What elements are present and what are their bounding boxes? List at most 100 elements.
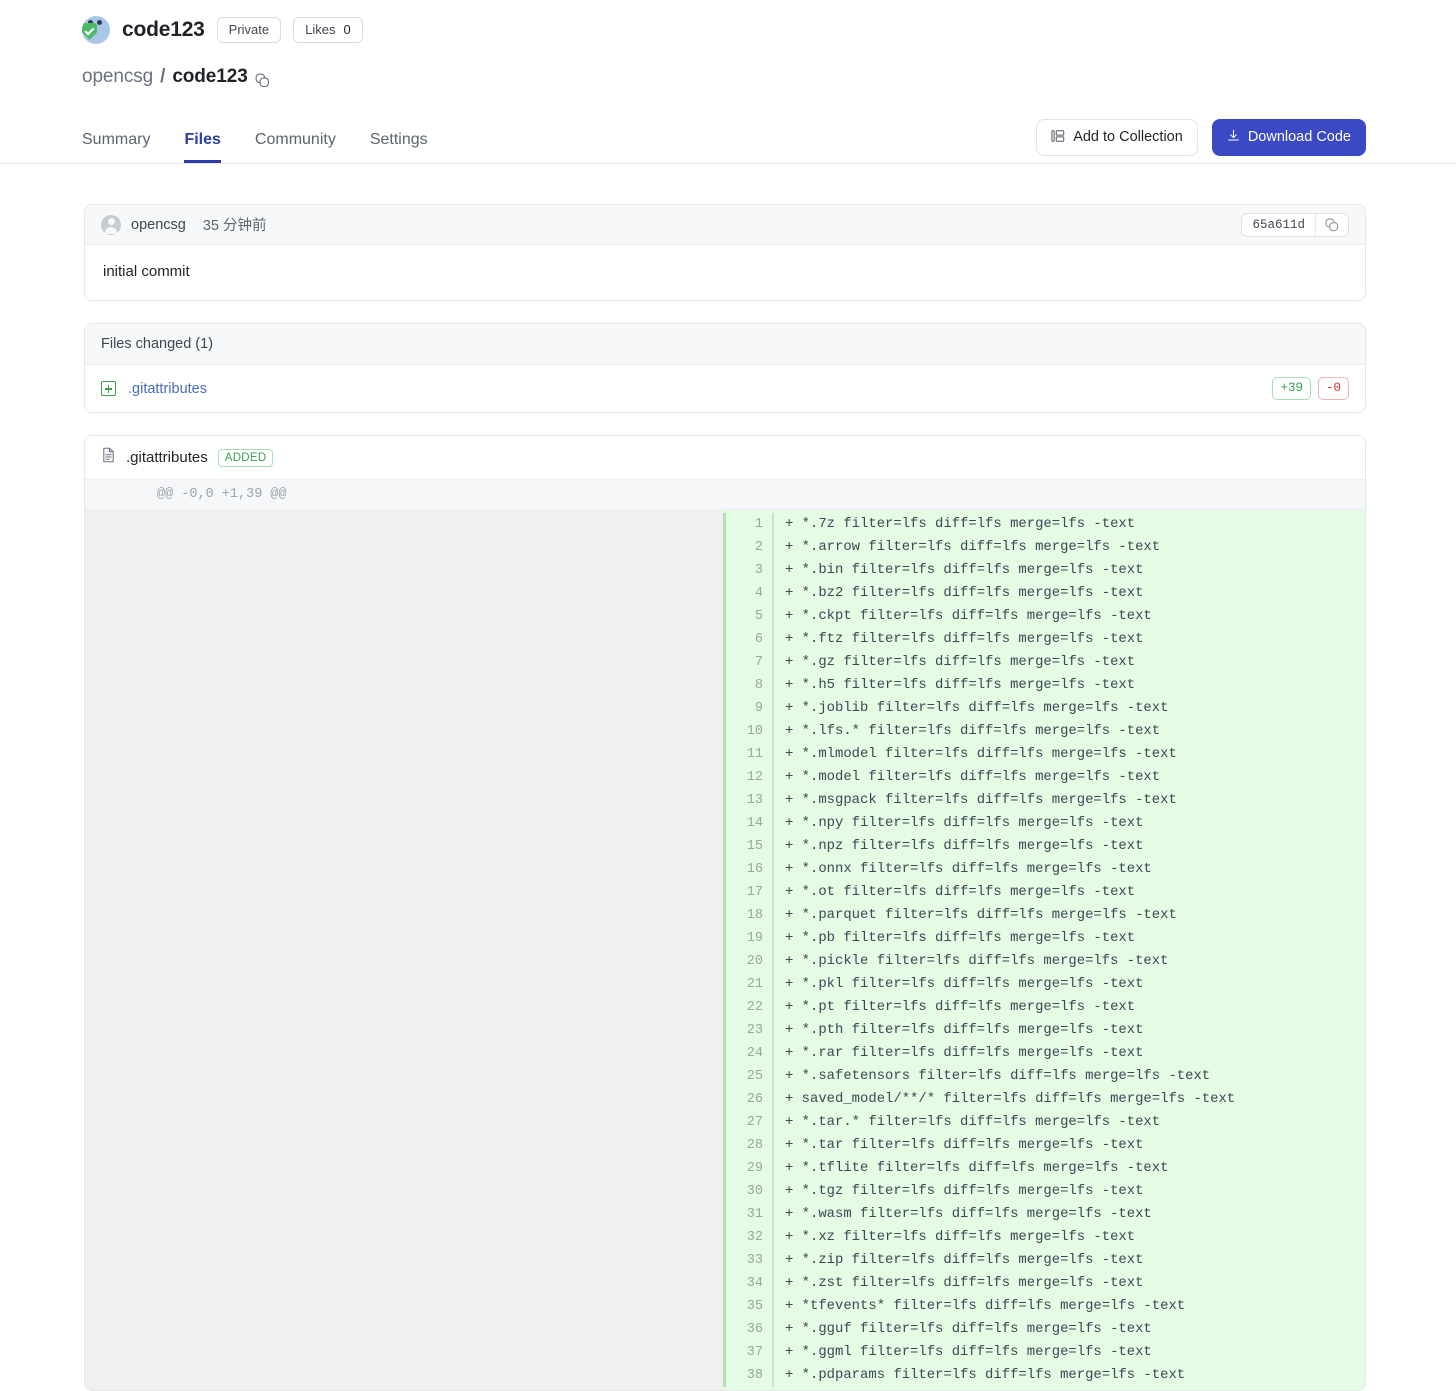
diff-line: 17+ *.ot filter=lfs diff=lfs merge=lfs -… (723, 881, 1365, 904)
add-to-collection-label: Add to Collection (1073, 130, 1183, 145)
tab-actions: Add to Collection Download Code (1036, 119, 1366, 164)
tab-community[interactable]: Community (255, 131, 336, 163)
diff-line-number: 21 (726, 973, 772, 996)
files-changed-title: Files changed (1) (85, 324, 1365, 365)
diff-line-number: 28 (726, 1134, 772, 1157)
diff-line-content: + *.bin filter=lfs diff=lfs merge=lfs -t… (774, 559, 1143, 582)
diff-line-content: + *.arrow filter=lfs diff=lfs merge=lfs … (774, 536, 1160, 559)
diff-line-content: + *.rar filter=lfs diff=lfs merge=lfs -t… (774, 1042, 1143, 1065)
diff-line: 19+ *.pb filter=lfs diff=lfs merge=lfs -… (723, 927, 1365, 950)
diff-line-content: + *.pt filter=lfs diff=lfs merge=lfs -te… (774, 996, 1135, 1019)
diff-line-content: + *.msgpack filter=lfs diff=lfs merge=lf… (774, 789, 1177, 812)
diff-line: 4+ *.bz2 filter=lfs diff=lfs merge=lfs -… (723, 582, 1365, 605)
diff-line-content: + *.ot filter=lfs diff=lfs merge=lfs -te… (774, 881, 1135, 904)
diff-line-number: 15 (726, 835, 772, 858)
diff-line: 25+ *.safetensors filter=lfs diff=lfs me… (723, 1065, 1365, 1088)
diff-line: 3+ *.bin filter=lfs diff=lfs merge=lfs -… (723, 559, 1365, 582)
download-code-button[interactable]: Download Code (1212, 119, 1366, 156)
diff-line: 33+ *.zip filter=lfs diff=lfs merge=lfs … (723, 1249, 1365, 1272)
tab-files[interactable]: Files (184, 131, 220, 163)
diff-line-number: 27 (726, 1111, 772, 1134)
diff-line-number: 16 (726, 858, 772, 881)
diff-filename: .gitattributes (126, 449, 208, 466)
diff-line-number: 29 (726, 1157, 772, 1180)
diff-line-content: + *.tar.* filter=lfs diff=lfs merge=lfs … (774, 1111, 1160, 1134)
diff-old-pane (85, 510, 723, 1390)
diff-line-number: 23 (726, 1019, 772, 1042)
diff-line-number: 25 (726, 1065, 772, 1088)
file-document-icon (101, 447, 116, 468)
avatar-shield-badge (82, 23, 97, 40)
breadcrumb-owner[interactable]: opencsg (82, 66, 153, 88)
diff-line: 7+ *.gz filter=lfs diff=lfs merge=lfs -t… (723, 651, 1365, 674)
diff-line: 31+ *.wasm filter=lfs diff=lfs merge=lfs… (723, 1203, 1365, 1226)
diff-line-number: 26 (726, 1088, 772, 1111)
likes-badge[interactable]: Likes 0 (293, 17, 363, 44)
diff-line-content: + *.h5 filter=lfs diff=lfs merge=lfs -te… (774, 674, 1135, 697)
diff-line-content: + *.wasm filter=lfs diff=lfs merge=lfs -… (774, 1203, 1152, 1226)
tab-settings[interactable]: Settings (370, 131, 428, 163)
diff-line: 34+ *.zst filter=lfs diff=lfs merge=lfs … (723, 1272, 1365, 1295)
diff-line-number: 24 (726, 1042, 772, 1065)
diff-line-number: 30 (726, 1180, 772, 1203)
diff-line-content: + *.xz filter=lfs diff=lfs merge=lfs -te… (774, 1226, 1135, 1249)
tab-summary[interactable]: Summary (82, 131, 150, 163)
commit-author-group: opencsg 35 分钟前 (101, 214, 267, 235)
visibility-badge: Private (217, 17, 281, 44)
diff-line: 15+ *.npz filter=lfs diff=lfs merge=lfs … (723, 835, 1365, 858)
diff-line: 10+ *.lfs.* filter=lfs diff=lfs merge=lf… (723, 720, 1365, 743)
add-to-collection-button[interactable]: Add to Collection (1036, 119, 1198, 157)
download-code-label: Download Code (1248, 130, 1351, 145)
diff-line-number: 36 (726, 1318, 772, 1341)
likes-label: Likes (305, 22, 335, 39)
visibility-label: Private (229, 22, 269, 39)
deletions-badge: -0 (1318, 377, 1349, 400)
diff-line: 5+ *.ckpt filter=lfs diff=lfs merge=lfs … (723, 605, 1365, 628)
diff-line-content: + *.bz2 filter=lfs diff=lfs merge=lfs -t… (774, 582, 1143, 605)
diff-stats: +39 -0 (1272, 377, 1349, 400)
diff-line: 36+ *.gguf filter=lfs diff=lfs merge=lfs… (723, 1318, 1365, 1341)
diff-line-number: 11 (726, 743, 772, 766)
breadcrumb-separator: / (160, 66, 165, 88)
avatar-eye-right (97, 20, 102, 25)
diff-line-number: 33 (726, 1249, 772, 1272)
diff-line: 28+ *.tar filter=lfs diff=lfs merge=lfs … (723, 1134, 1365, 1157)
diff-line-content: + *.pb filter=lfs diff=lfs merge=lfs -te… (774, 927, 1135, 950)
diff-line-content: + saved_model/**/* filter=lfs diff=lfs m… (774, 1088, 1235, 1111)
commit-author[interactable]: opencsg (131, 217, 186, 233)
copy-hash-icon[interactable] (1316, 214, 1348, 236)
diff-new-pane: 1+ *.7z filter=lfs diff=lfs merge=lfs -t… (723, 510, 1365, 1390)
diff-line-number: 37 (726, 1341, 772, 1364)
commit-timestamp: 35 分钟前 (203, 214, 267, 235)
diff-hunk-header: @@ -0,0 +1,39 @@ (85, 480, 1365, 510)
diff-line-content: + *.ckpt filter=lfs diff=lfs merge=lfs -… (774, 605, 1152, 628)
diff-line: 27+ *.tar.* filter=lfs diff=lfs merge=lf… (723, 1111, 1365, 1134)
changed-file-link[interactable]: .gitattributes (128, 381, 207, 397)
diff-line: 35+ *tfevents* filter=lfs diff=lfs merge… (723, 1295, 1365, 1318)
diff-line: 6+ *.ftz filter=lfs diff=lfs merge=lfs -… (723, 628, 1365, 651)
breadcrumb-repo[interactable]: code123 (172, 66, 247, 88)
repo-header: code123 Private Likes 0 opencsg / code12… (0, 0, 1456, 88)
user-avatar-icon (101, 215, 121, 235)
commit-hash[interactable]: 65a611d (1242, 214, 1316, 236)
likes-count: 0 (343, 22, 350, 39)
file-added-icon (101, 381, 116, 396)
diff-line-content: + *.lfs.* filter=lfs diff=lfs merge=lfs … (774, 720, 1160, 743)
diff-line-content: + *.model filter=lfs diff=lfs merge=lfs … (774, 766, 1160, 789)
diff-line-content: + *.ggml filter=lfs diff=lfs merge=lfs -… (774, 1341, 1152, 1364)
diff-line-content: + *.tgz filter=lfs diff=lfs merge=lfs -t… (774, 1180, 1143, 1203)
diff-line-number: 34 (726, 1272, 772, 1295)
collection-icon (1051, 129, 1065, 147)
diff-line-content: + *.pth filter=lfs diff=lfs merge=lfs -t… (774, 1019, 1143, 1042)
diff-line-number: 19 (726, 927, 772, 950)
diff-line-content: + *.safetensors filter=lfs diff=lfs merg… (774, 1065, 1210, 1088)
diff-line: 16+ *.onnx filter=lfs diff=lfs merge=lfs… (723, 858, 1365, 881)
diff-line: 9+ *.joblib filter=lfs diff=lfs merge=lf… (723, 697, 1365, 720)
diff-line: 30+ *.tgz filter=lfs diff=lfs merge=lfs … (723, 1180, 1365, 1203)
diff-line: 38+ *.pdparams filter=lfs diff=lfs merge… (723, 1364, 1365, 1387)
copy-icon[interactable] (255, 72, 270, 87)
diff-line-content: + *.pkl filter=lfs diff=lfs merge=lfs -t… (774, 973, 1143, 996)
diff-line-content: + *.tflite filter=lfs diff=lfs merge=lfs… (774, 1157, 1168, 1180)
diff-line-number: 38 (726, 1364, 772, 1387)
diff-body: 1+ *.7z filter=lfs diff=lfs merge=lfs -t… (85, 510, 1365, 1390)
